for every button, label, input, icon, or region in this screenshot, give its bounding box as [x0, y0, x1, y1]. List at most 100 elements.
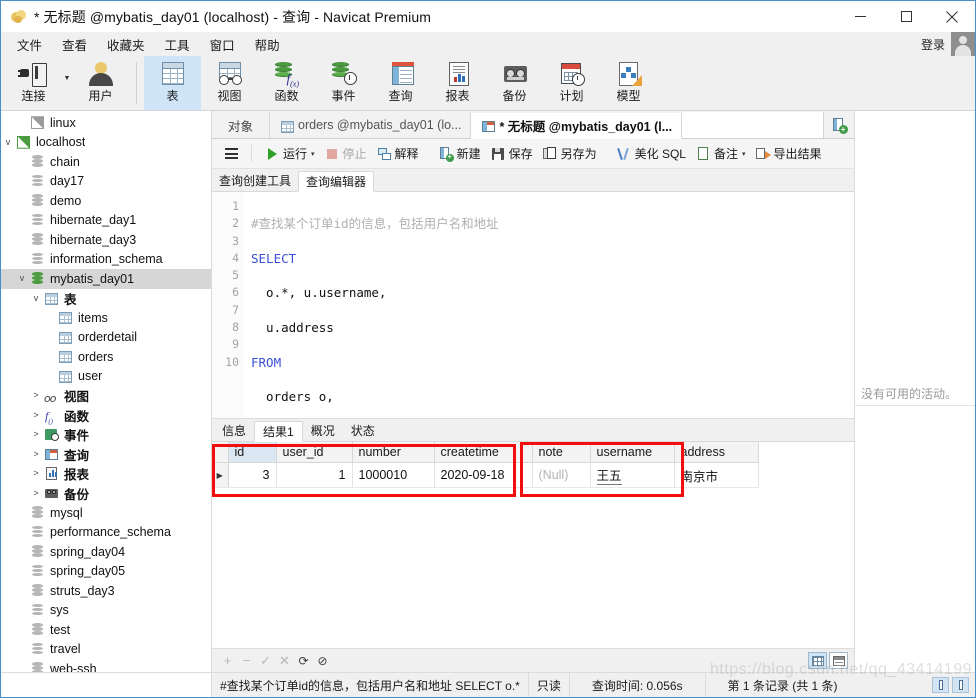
twisty-icon[interactable]: v [15, 274, 29, 283]
sidebar-item-linux[interactable]: linux [1, 113, 211, 133]
maximize-icon[interactable] [883, 1, 929, 32]
sidebar-item-events-folder[interactable]: > 事件 [1, 425, 211, 445]
note-dropdown-caret-icon[interactable]: ▾ [742, 150, 746, 158]
explain-button[interactable]: 解释 [373, 142, 423, 165]
ribbon-backup-button[interactable]: 备份 [486, 56, 543, 110]
menu-help[interactable]: 帮助 [245, 32, 290, 57]
sidebar-item-hibernate-day1[interactable]: hibernate_day1 [1, 211, 211, 231]
twisty-icon[interactable]: v [29, 293, 43, 303]
sidebar-item-localhost[interactable]: v localhost [1, 133, 211, 153]
column-header-id[interactable]: id [228, 442, 277, 463]
sidebar-item-tables-folder[interactable]: v 表 [1, 289, 211, 309]
sidebar-item-user[interactable]: user [1, 367, 211, 387]
form-view-icon[interactable] [829, 652, 848, 669]
sidebar-item-demo[interactable]: demo [1, 191, 211, 211]
column-header-createtime[interactable]: createtime [434, 442, 533, 463]
menu-file[interactable]: 文件 [7, 32, 52, 57]
sidebar-item-views-folder[interactable]: > oo 视图 [1, 386, 211, 406]
stop-loading-icon[interactable]: ⊘ [313, 651, 332, 670]
sidebar-item-hibernate-day3[interactable]: hibernate_day3 [1, 230, 211, 250]
menu-tools[interactable]: 工具 [155, 32, 200, 57]
twisty-icon[interactable]: > [29, 391, 43, 400]
ribbon-model-button[interactable]: 模型 [600, 56, 657, 110]
column-header-note[interactable]: note [532, 442, 591, 463]
sidebar-item-information-schema[interactable]: information_schema [1, 250, 211, 270]
sidebar-item-items[interactable]: items [1, 308, 211, 328]
ribbon-event-button[interactable]: 事件 [315, 56, 372, 110]
twisty-icon[interactable]: > [29, 410, 43, 420]
ribbon-connection-button[interactable]: 连接 [5, 56, 62, 110]
sidebar-item-chain[interactable]: chain [1, 152, 211, 172]
sidebar-item-day17[interactable]: day17 [1, 172, 211, 192]
column-header-number[interactable]: number [352, 442, 435, 463]
tab-query-editor[interactable]: 查询编辑器 [298, 171, 375, 192]
tab-result1[interactable]: 结果1 [254, 421, 303, 442]
refresh-icon[interactable]: ⟳ [294, 651, 313, 670]
twisty-icon[interactable]: > [29, 430, 43, 439]
twisty-icon[interactable]: > [29, 488, 43, 498]
tab-status[interactable]: 状态 [343, 420, 383, 441]
sidebar-item-performance-schema[interactable]: performance_schema [1, 523, 211, 543]
login-link[interactable]: 登录 [921, 36, 945, 53]
sidebar-item-spring-day04[interactable]: spring_day04 [1, 542, 211, 562]
sidebar-item-orders[interactable]: orders [1, 347, 211, 367]
twisty-icon[interactable]: v [1, 137, 15, 147]
cell-note[interactable]: (Null) [532, 462, 591, 488]
menu-view[interactable]: 查看 [52, 32, 97, 57]
hamburger-menu-icon[interactable] [220, 144, 242, 164]
sidebar-item-spring-day05[interactable]: spring_day05 [1, 562, 211, 582]
connection-dropdown-caret-icon[interactable]: ▼ [62, 56, 72, 110]
sidebar-item-sys[interactable]: sys [1, 601, 211, 621]
sidebar-item-mysql[interactable]: mysql [1, 503, 211, 523]
note-button[interactable]: 备注 ▾ [692, 142, 750, 165]
twisty-icon[interactable]: > [29, 449, 43, 459]
tab-query-builder[interactable]: 查询创建工具 [212, 170, 298, 191]
cell-number[interactable]: 1000010 [352, 462, 435, 488]
sidebar-item-mybatis-day01[interactable]: v mybatis_day01 [1, 269, 211, 289]
save-button[interactable]: 保存 [487, 142, 537, 165]
tab-messages[interactable]: 信息 [214, 420, 254, 441]
ribbon-function-button[interactable]: f(x) 函数 [258, 56, 315, 110]
avatar[interactable] [951, 32, 975, 56]
menu-window[interactable]: 窗口 [200, 32, 245, 57]
column-header-user_id[interactable]: user_id [276, 442, 353, 463]
run-dropdown-caret-icon[interactable]: ▾ [311, 150, 315, 158]
sidebar-item-test[interactable]: test [1, 620, 211, 640]
new-query-tab-icon[interactable]: + [824, 112, 854, 138]
tab-profile[interactable]: 概况 [303, 420, 343, 441]
add-record-icon[interactable]: + [218, 651, 237, 670]
cell-user_id[interactable]: 1 [276, 462, 353, 488]
result-grid-container[interactable]: id user_id number createtime note userna… [212, 442, 854, 648]
tab-untitled-query[interactable]: * 无标题 @mybatis_day01 (l... [471, 113, 683, 139]
toggle-right-pane-icon[interactable] [952, 677, 969, 693]
table-row[interactable]: ▶ 3 1 1000010 2020-09-18 (Null) 王五 南京市 [212, 462, 759, 488]
object-tree-sidebar[interactable]: linux v localhost chain day17 demo hiber… [1, 111, 212, 672]
menu-favorites[interactable]: 收藏夹 [97, 32, 155, 57]
cell-createtime[interactable]: 2020-09-18 [434, 462, 533, 488]
sidebar-item-functions-folder[interactable]: > f() 函数 [1, 406, 211, 425]
run-button[interactable]: 运行 ▾ [261, 142, 319, 165]
remove-record-icon[interactable]: − [237, 651, 256, 670]
column-header-address[interactable]: address [674, 442, 759, 463]
export-result-button[interactable]: 导出结果 [752, 142, 826, 165]
beautify-sql-button[interactable]: 美化 SQL [613, 142, 690, 165]
sidebar-item-backups-folder[interactable]: > 备份 [1, 484, 211, 504]
ribbon-report-button[interactable]: 报表 [429, 56, 486, 110]
cancel-change-icon[interactable]: ✕ [275, 651, 294, 670]
save-as-button[interactable]: 另存为 [539, 142, 601, 165]
sidebar-item-orderdetail[interactable]: orderdetail [1, 328, 211, 348]
grid-view-icon[interactable] [808, 652, 827, 669]
sidebar-item-queries-folder[interactable]: > 查询 [1, 445, 211, 465]
ribbon-table-button[interactable]: 表 [144, 56, 201, 110]
sidebar-item-reports-folder[interactable]: > 报表 [1, 464, 211, 484]
sql-code-area[interactable]: #查找某个订单id的信息，包括用户名和地址 SELECT o.*, u.user… [244, 192, 854, 418]
ribbon-schedule-button[interactable]: 计划 [543, 56, 600, 110]
sql-editor[interactable]: 1 2 3 4 5 6 7 8 9 10 #查找某个订单id的信息，包括用户名和… [212, 192, 854, 419]
result-grid[interactable]: id user_id number createtime note userna… [212, 442, 759, 488]
toggle-left-pane-icon[interactable] [932, 677, 949, 693]
cell-username[interactable]: 王五 [590, 462, 675, 488]
sidebar-item-travel[interactable]: travel [1, 640, 211, 660]
ribbon-view-button[interactable]: 视图 [201, 56, 258, 110]
apply-change-icon[interactable]: ✓ [256, 651, 275, 670]
sidebar-item-struts-day3[interactable]: struts_day3 [1, 581, 211, 601]
